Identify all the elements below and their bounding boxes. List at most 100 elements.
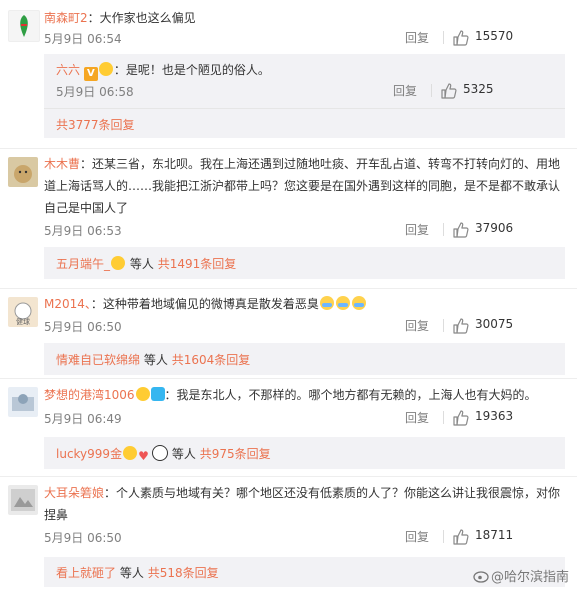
avatar[interactable] — [8, 10, 40, 42]
comment-text-line: 捏鼻 — [44, 508, 69, 522]
comment-item: 健球 M2014、：这种带着地域偏见的微博真是散发着恶臭 5月9日 06:50 … — [0, 288, 577, 379]
divider — [443, 31, 444, 44]
more-replies-link[interactable]: lucky999金 ♥ 等人 共975条回复 — [56, 445, 271, 463]
more-replies-link[interactable]: 五月端午_ 等人 共1491条回复 — [56, 255, 236, 272]
like-icon[interactable] — [452, 29, 470, 47]
comment-body: ：我是东北人，不那样的。哪个地方都有无赖的，上海人也有大妈的。 — [164, 388, 537, 402]
member-badge-icon — [123, 446, 138, 460]
divider — [44, 108, 565, 109]
comment-text: 梦想的港湾1006 ：我是东北人，不那样的。哪个地方都有无赖的，上海人也有大妈的。 — [44, 385, 565, 405]
sub-reply-box: lucky999金 ♥ 等人 共975条回复 — [44, 437, 565, 469]
sub-username[interactable]: lucky999金 — [56, 447, 122, 461]
sub-reply-box: 五月端午_ 等人 共1491条回复 — [44, 247, 565, 279]
comment-actions: 回复 19363 — [405, 409, 565, 427]
reply-count[interactable]: 共1604条回复 — [172, 353, 251, 367]
username[interactable]: 梦想的港湾1006 — [44, 388, 135, 402]
like-icon[interactable] — [452, 317, 470, 335]
like-count: 30075 — [475, 317, 514, 331]
more-replies-link[interactable]: 情难自已软绵绵 等人 共1604条回复 — [56, 351, 250, 368]
like-count: 5325 — [463, 82, 494, 96]
like-icon[interactable] — [452, 221, 470, 239]
like-count: 15570 — [475, 29, 514, 43]
reply-button[interactable]: 回复 — [405, 409, 429, 426]
like-count: 37906 — [475, 221, 514, 235]
username[interactable]: 大耳朵箬娘 — [44, 486, 104, 500]
watermark-text: @哈尔滨指南 — [490, 570, 569, 585]
more-replies-link[interactable]: 看上就砸了 等人 共518条回复 — [56, 564, 219, 581]
comment-text: M2014、：这种带着地域偏见的微博真是散发着恶臭 — [44, 294, 565, 314]
comment-actions: 回复 30075 — [405, 317, 565, 335]
panda-badge-icon — [152, 445, 169, 461]
sub-username[interactable]: 情难自已软绵绵 — [56, 353, 140, 367]
like-icon[interactable] — [452, 409, 470, 427]
comment-body: ：大作家也这么偏见 — [87, 11, 196, 25]
sub-username[interactable]: 六六 — [56, 63, 80, 77]
sub-timestamp: 5月9日 06:58 — [56, 85, 134, 99]
sub-reply-body: ：是呢！也是个陋见的俗人。 — [113, 63, 270, 77]
reply-button[interactable]: 回复 — [405, 528, 429, 545]
others-label: 等人 — [119, 566, 144, 580]
member-badge-icon — [135, 387, 150, 401]
timestamp: 5月9日 06:54 — [44, 32, 122, 46]
member-badge-icon — [98, 62, 113, 76]
sub-username[interactable]: 看上就砸了 — [56, 566, 116, 580]
reply-count[interactable]: 共975条回复 — [200, 447, 271, 461]
verified-icon: V — [83, 67, 98, 81]
timestamp: 5月9日 06:53 — [44, 224, 122, 238]
divider — [443, 319, 444, 332]
camera-badge-icon — [150, 387, 165, 401]
divider — [431, 84, 432, 97]
reply-button[interactable]: 回复 — [405, 317, 429, 334]
comment-actions: 回复 18711 — [405, 528, 565, 546]
more-replies-link[interactable]: 共3777条回复 — [56, 116, 135, 133]
timestamp: 5月9日 06:50 — [44, 531, 122, 545]
comment-text: 南森町2：大作家也这么偏见 — [44, 8, 565, 28]
crying-emoji-icon — [319, 296, 334, 310]
divider — [443, 223, 444, 236]
avatar[interactable]: 健球 — [8, 297, 38, 327]
like-icon[interactable] — [452, 528, 470, 546]
heart-badge-icon: ♥ — [138, 449, 149, 463]
comment-body: ：个人素质与地域有关？哪个地区还没有低素质的人了？你能这么讲让我很震惊，对你 — [104, 486, 561, 500]
svg-text:健球: 健球 — [16, 317, 30, 326]
sub-reply-box: 情难自已软绵绵 等人 共1604条回复 — [44, 343, 565, 375]
comment-text: 木木曹：还某三省，东北呗。我在上海还遇到过随地吐痰、开车乱占道、转弯不打转向灯的… — [44, 154, 565, 174]
comment-actions: 回复 37906 — [405, 221, 565, 239]
reply-button[interactable]: 回复 — [393, 82, 417, 99]
comment-item: 梦想的港湾1006 ：我是东北人，不那样的。哪个地方都有无赖的，上海人也有大妈的。… — [0, 378, 577, 477]
others-label: 等人 — [171, 447, 196, 461]
comment-text-line: 自己是中国人了 — [44, 201, 129, 215]
timestamp: 5月9日 06:50 — [44, 320, 122, 334]
comment-text: 大耳朵箬娘：个人素质与地域有关？哪个地区还没有低素质的人了？你能这么讲让我很震惊… — [44, 483, 565, 503]
comment-item: 南森町2：大作家也这么偏见 5月9日 06:54 回复 15570 六六 V ：是… — [0, 0, 577, 142]
sub-actions: 回复 5325 — [393, 82, 553, 100]
avatar[interactable] — [8, 157, 38, 187]
divider — [443, 530, 444, 543]
others-label: 等人 — [129, 257, 154, 271]
others-label: 等人 — [143, 353, 168, 367]
like-count: 19363 — [475, 409, 514, 423]
timestamp: 5月9日 06:49 — [44, 412, 122, 426]
avatar[interactable] — [8, 387, 38, 417]
comment-text-line: 道上海话骂人的……我能把江浙沪都带上吗？您这要是在国外遇到这样的同胞，是不是都不… — [44, 179, 561, 193]
sub-username[interactable]: 五月端午_ — [56, 257, 110, 271]
username[interactable]: 南森町2 — [44, 11, 88, 25]
like-count: 18711 — [475, 528, 514, 542]
divider — [443, 411, 444, 424]
reply-count[interactable]: 共518条回复 — [148, 566, 219, 580]
reply-count[interactable]: 共1491条回复 — [158, 257, 237, 271]
weibo-logo-icon — [473, 571, 489, 583]
comment-body: ：还某三省，东北呗。我在上海还遇到过随地吐痰、开车乱占道、转弯不打转向灯的、用地 — [80, 157, 561, 171]
sub-reply-box: 六六 V ：是呢！也是个陋见的俗人。 5月9日 06:58 回复 5325 共37… — [44, 54, 565, 138]
watermark: @哈尔滨指南 — [473, 566, 569, 585]
username[interactable]: 木木曹 — [44, 157, 80, 171]
username[interactable]: M2014、 — [44, 297, 91, 311]
comment-actions: 回复 15570 — [405, 29, 565, 47]
reply-button[interactable]: 回复 — [405, 221, 429, 238]
crying-emoji-icon — [335, 296, 350, 310]
member-badge-icon — [111, 256, 126, 270]
like-icon[interactable] — [440, 82, 458, 100]
avatar[interactable] — [8, 485, 38, 515]
crying-emoji-icon — [351, 296, 366, 310]
reply-button[interactable]: 回复 — [405, 29, 429, 46]
